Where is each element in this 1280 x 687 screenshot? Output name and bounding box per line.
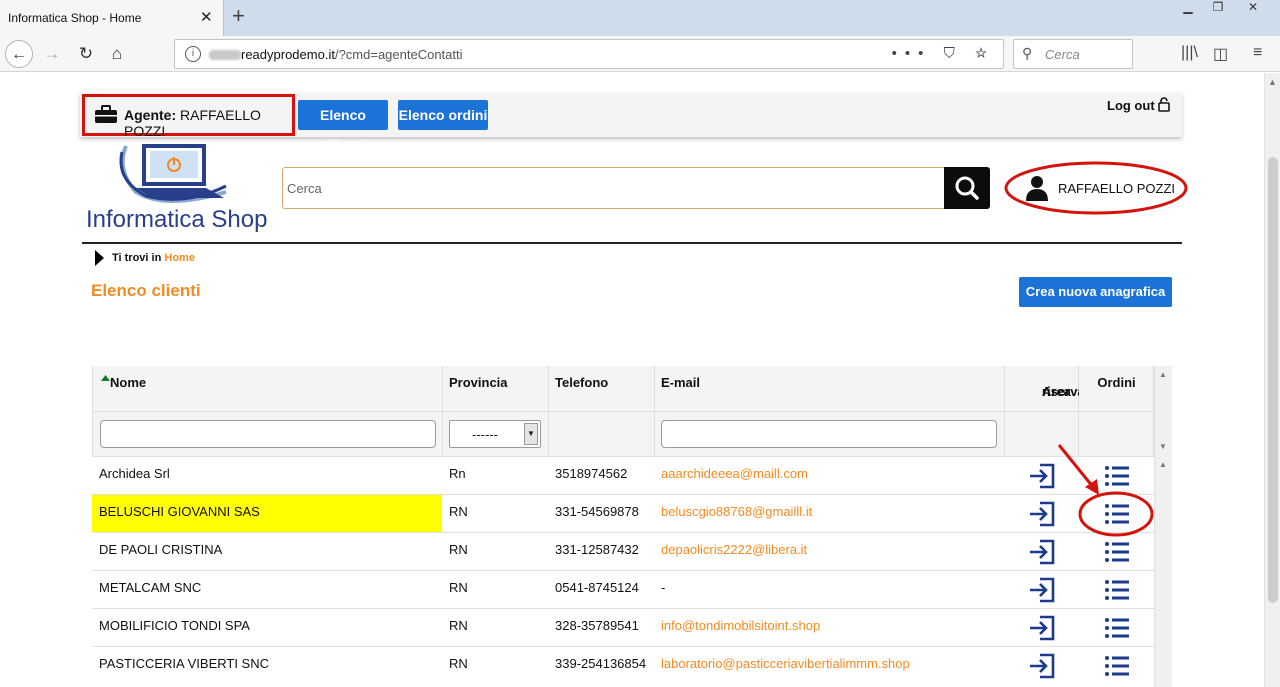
scroll-down-icon[interactable]: ▼ xyxy=(1159,442,1167,451)
minimize-icon[interactable]: ▁ xyxy=(1173,0,1203,20)
page-actions-icon[interactable]: ••• ⛉ ☆ xyxy=(892,45,995,62)
new-tab-button[interactable]: + xyxy=(232,3,245,29)
annotation-ellipse-orders xyxy=(1078,491,1154,537)
lock-icon xyxy=(1158,97,1171,112)
body-scrollbar[interactable]: ▲ xyxy=(1154,456,1172,687)
login-area-icon[interactable] xyxy=(1028,495,1056,533)
chevron-down-icon: ▼ xyxy=(524,423,538,445)
search-icon: ⚲ xyxy=(1022,45,1033,61)
agent-info: Agente: RAFFAELLO POZZI xyxy=(82,94,295,139)
back-arrow-icon[interactable]: ← xyxy=(5,40,33,68)
table-row[interactable]: DE PAOLI CRISTINA RN 331-12587432 depaol… xyxy=(92,532,1154,570)
filter-cell-email xyxy=(655,412,1005,456)
login-area-icon[interactable] xyxy=(1028,609,1056,647)
sort-ascending-icon xyxy=(101,375,110,381)
window-close-icon[interactable]: ✕ xyxy=(1238,0,1268,20)
header-scrollbar[interactable]: ▲ ▼ xyxy=(1154,366,1172,456)
filter-cell-telefono xyxy=(549,412,655,456)
header-divider xyxy=(82,242,1182,244)
browser-search-input[interactable]: ⚲ Cerca xyxy=(1013,39,1133,69)
breadcrumb-arrow-icon xyxy=(95,250,104,266)
filter-provincia-select[interactable]: ------ ▼ xyxy=(449,420,541,448)
column-header-telefono[interactable]: Telefono xyxy=(549,366,655,412)
tab-title: Informatica Shop - Home xyxy=(8,11,142,25)
computer-logo-icon xyxy=(119,144,227,203)
annotation-ellipse-user xyxy=(1004,161,1188,215)
login-area-icon[interactable] xyxy=(1028,647,1056,685)
tab-close-icon[interactable]: ✕ xyxy=(200,8,213,26)
table-row[interactable]: METALCAM SNC RN 0541-8745124 - xyxy=(92,570,1154,608)
page-title: Elenco clienti xyxy=(91,281,201,300)
filter-cell-nome xyxy=(92,412,443,456)
column-header-provincia[interactable]: Provincia xyxy=(443,366,549,412)
breadcrumb-home-link[interactable]: Home xyxy=(164,252,195,264)
login-area-icon[interactable] xyxy=(1028,533,1056,571)
table-row[interactable]: BELUSCHI GIOVANNI SAS RN 331-54569878 be… xyxy=(92,494,1154,533)
browser-tab-bar: Informatica Shop - Home ✕ + ▁ ❐ ✕ xyxy=(0,0,1280,36)
clients-list-button[interactable]: Elenco clienti xyxy=(298,100,388,153)
site-info-icon[interactable]: i xyxy=(185,46,201,62)
table-row[interactable]: MOBILIFICIO TONDI SPA RN 328-35789541 in… xyxy=(92,608,1154,646)
scroll-up-icon[interactable]: ▲ xyxy=(1159,370,1167,379)
table-row[interactable]: PASTICCERIA VIBERTI SNC RN 339-254136854… xyxy=(92,646,1154,684)
library-icon[interactable]: |||\ xyxy=(1181,44,1198,62)
briefcase-icon xyxy=(95,105,117,123)
column-header-email[interactable]: E-mail xyxy=(655,366,1005,412)
site-search-button[interactable] xyxy=(944,167,990,209)
browser-tab[interactable]: Informatica Shop - Home ✕ xyxy=(0,0,224,36)
filter-cell-provincia: ------ ▼ xyxy=(443,412,549,456)
create-customer-button[interactable]: Crea nuova anagrafica xyxy=(1019,277,1172,307)
blurred-subdomain xyxy=(209,50,241,60)
scroll-up-icon[interactable]: ▲ xyxy=(1268,77,1277,87)
address-bar[interactable]: i readyprodemo.it/?cmd=agenteContatti ••… xyxy=(174,39,1004,69)
scroll-thumb[interactable] xyxy=(1268,157,1278,603)
column-header-ordini: Ordini xyxy=(1079,366,1154,412)
orders-list-button[interactable]: Elenco ordini xyxy=(398,100,488,130)
forward-arrow-icon[interactable]: → xyxy=(38,40,66,68)
url-text: readyprodemo.it/?cmd=agenteContatti xyxy=(241,47,463,62)
menu-icon[interactable]: ≡ xyxy=(1253,44,1262,62)
orders-list-icon[interactable] xyxy=(1103,609,1131,647)
scroll-up-icon[interactable]: ▲ xyxy=(1159,460,1167,469)
column-header-nome[interactable]: Nome xyxy=(92,366,443,412)
filter-nome-input[interactable] xyxy=(100,420,436,448)
orders-list-icon[interactable] xyxy=(1103,571,1131,609)
site-search-input[interactable]: Cerca xyxy=(282,167,945,209)
orders-list-icon[interactable] xyxy=(1103,647,1131,685)
home-icon[interactable]: ⌂ xyxy=(103,40,131,68)
login-area-icon[interactable] xyxy=(1028,457,1056,495)
orders-list-icon[interactable] xyxy=(1103,533,1131,571)
logo-text: Informatica Shop xyxy=(86,206,268,233)
reload-icon[interactable]: ↻ xyxy=(72,40,100,68)
browser-nav-bar: ← → ↻ ⌂ i readyprodemo.it/?cmd=agenteCon… xyxy=(0,36,1280,72)
search-icon xyxy=(955,176,979,200)
sidebar-icon[interactable]: ◫ xyxy=(1213,44,1228,64)
login-area-icon[interactable] xyxy=(1028,571,1056,609)
table-row[interactable]: Archidea Srl Rn 3518974562 aaarchideeea@… xyxy=(92,456,1154,494)
page-scrollbar[interactable]: ▲ xyxy=(1264,73,1280,687)
breadcrumb: Ti trovi in Home xyxy=(95,250,195,266)
site-logo[interactable]: Informatica Shop xyxy=(86,140,268,236)
column-header-area-riservata: Area riservata xyxy=(1005,366,1096,412)
agent-label: Agente: xyxy=(124,107,177,123)
restore-icon[interactable]: ❐ xyxy=(1203,0,1233,20)
filter-email-input[interactable] xyxy=(661,420,997,448)
logout-link[interactable]: Log out xyxy=(1107,97,1171,113)
